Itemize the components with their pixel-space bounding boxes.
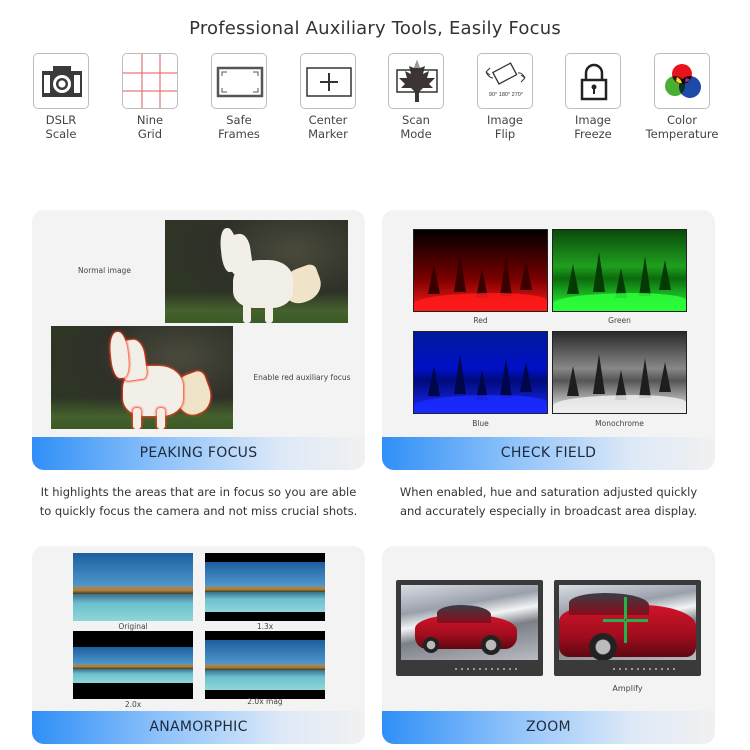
enable-red-focus-caption: Enable red auxiliary focus — [253, 373, 351, 382]
blue-channel-image — [413, 331, 548, 414]
anamorphic-1-3x-image — [205, 553, 325, 621]
normal-image-caption: Normal image — [78, 266, 131, 275]
tool-nine-grid: Nine Grid — [110, 53, 190, 141]
desc-line: and accurately especially in broadcast a… — [399, 504, 698, 518]
nine-grid-icon — [122, 53, 178, 109]
peaking-horse-image — [51, 326, 233, 429]
peaking-focus-description: It highlights the areas that are in focu… — [32, 483, 365, 521]
anamorphic-2-0x-mag-image — [205, 631, 325, 699]
padlock-icon — [565, 53, 621, 109]
maple-leaf-scan-icon — [388, 53, 444, 109]
snow-slope — [414, 293, 547, 311]
zoom-card: Amplify ZOOM — [382, 546, 715, 744]
tool-label-line1: Color — [666, 113, 698, 127]
page-title: Professional Auxiliary Tools, Easily Foc… — [189, 18, 561, 39]
snow-slope — [414, 395, 547, 413]
2-0x-mag-caption: 2.0x mag — [247, 697, 283, 706]
anamorphic-card: Original 1.3x 2.0x 2.0x mag ANAMORPHIC — [32, 546, 365, 744]
zoom-banner: ZOOM — [382, 711, 715, 744]
red-channel-image — [413, 229, 548, 312]
tool-label-line2: Temperature — [645, 127, 719, 141]
tree-shape — [454, 252, 466, 292]
tool-label-line1: Nine — [136, 113, 164, 127]
tree-shape — [520, 362, 532, 392]
anamorphic-banner: ANAMORPHIC — [32, 711, 365, 744]
zoom-arrow-left-icon — [603, 619, 625, 622]
tool-label-line2: Marker — [308, 127, 348, 141]
tree-shape — [520, 260, 532, 290]
tool-dslr-scale: DSLR Scale — [21, 53, 101, 141]
desc-line: When enabled, hue and saturation adjuste… — [399, 485, 698, 499]
peaking-focus-banner: PEAKING FOCUS — [32, 437, 365, 470]
tree-shape — [659, 260, 671, 290]
snow-slope — [553, 293, 686, 311]
tool-label-line1: Center — [308, 113, 348, 127]
zoom-arrow-up-icon — [624, 597, 627, 619]
tool-image-flip: 90° 180° 270° Image Flip — [465, 53, 545, 141]
tool-label-line2: Frames — [218, 127, 260, 141]
tool-center-marker: Center Marker — [288, 53, 368, 141]
tool-label-line1: Image — [574, 113, 612, 127]
tree-shape — [454, 354, 466, 394]
tool-label-line2: Scale — [45, 127, 77, 141]
rotation-degrees-text: 90° 180° 270° — [489, 92, 523, 98]
tool-label-line1: Safe — [226, 113, 252, 127]
tool-scan-mode: Scan Mode — [376, 53, 456, 141]
tree-shape — [593, 252, 605, 292]
zoom-arrow-right-icon — [626, 619, 648, 622]
rotate-flip-icon: 90° 180° 270° — [477, 53, 533, 109]
tree-shape — [567, 366, 579, 396]
safe-frames-icon — [211, 53, 267, 109]
2-0x-caption: 2.0x — [124, 700, 142, 709]
zoom-arrow-down-icon — [624, 621, 627, 643]
anamorphic-2-0x-image — [73, 631, 193, 699]
green-caption: Green — [608, 316, 631, 325]
normal-horse-image — [165, 220, 348, 323]
green-channel-image — [552, 229, 687, 312]
check-field-description: When enabled, hue and saturation adjuste… — [382, 483, 715, 521]
tool-image-freeze: Image Freeze — [553, 53, 633, 141]
tree-shape — [500, 358, 512, 398]
monitor-normal — [396, 580, 543, 676]
1-3x-caption: 1.3x — [256, 622, 274, 631]
monitor-amplified — [554, 580, 701, 676]
tool-color-temperature: Color Temperature — [642, 53, 722, 141]
tree-shape — [500, 256, 512, 296]
center-marker-icon — [300, 53, 356, 109]
tree-shape — [659, 362, 671, 392]
anamorphic-original-image — [73, 553, 193, 621]
tree-shape — [639, 358, 651, 398]
check-field-banner: CHECK FIELD — [382, 437, 715, 470]
snow-slope — [553, 395, 686, 413]
tool-safe-frames: Safe Frames — [199, 53, 279, 141]
camera-icon — [33, 53, 89, 109]
blue-caption: Blue — [472, 419, 489, 428]
desc-line: It highlights the areas that are in focu… — [40, 485, 357, 499]
red-caption: Red — [473, 316, 488, 325]
tool-label-line1: DSLR — [45, 113, 77, 127]
monochrome-caption: Monochrome — [595, 419, 644, 428]
check-field-card: Red Green Blue Monochrome CHECK FIELD — [382, 210, 715, 470]
tree-shape — [428, 264, 440, 294]
tree-shape — [428, 366, 440, 396]
rgb-circles-icon — [654, 53, 710, 109]
desc-line: to quickly focus the camera and not miss… — [39, 504, 358, 518]
tool-label-line1: Image — [486, 113, 524, 127]
original-caption: Original — [118, 622, 148, 631]
tree-shape — [567, 264, 579, 294]
tool-label-line2: Freeze — [574, 127, 612, 141]
monochrome-image — [552, 331, 687, 414]
amplify-caption: Amplify — [612, 684, 643, 693]
tool-label-line2: Grid — [137, 127, 163, 141]
tree-shape — [639, 256, 651, 296]
peaking-focus-card: Normal image Enable red auxiliary focus … — [32, 210, 365, 470]
tool-label-line2: Flip — [494, 127, 516, 141]
tree-shape — [593, 354, 605, 394]
tool-label-line2: Mode — [400, 127, 432, 141]
tool-label-line1: Scan — [402, 113, 430, 127]
